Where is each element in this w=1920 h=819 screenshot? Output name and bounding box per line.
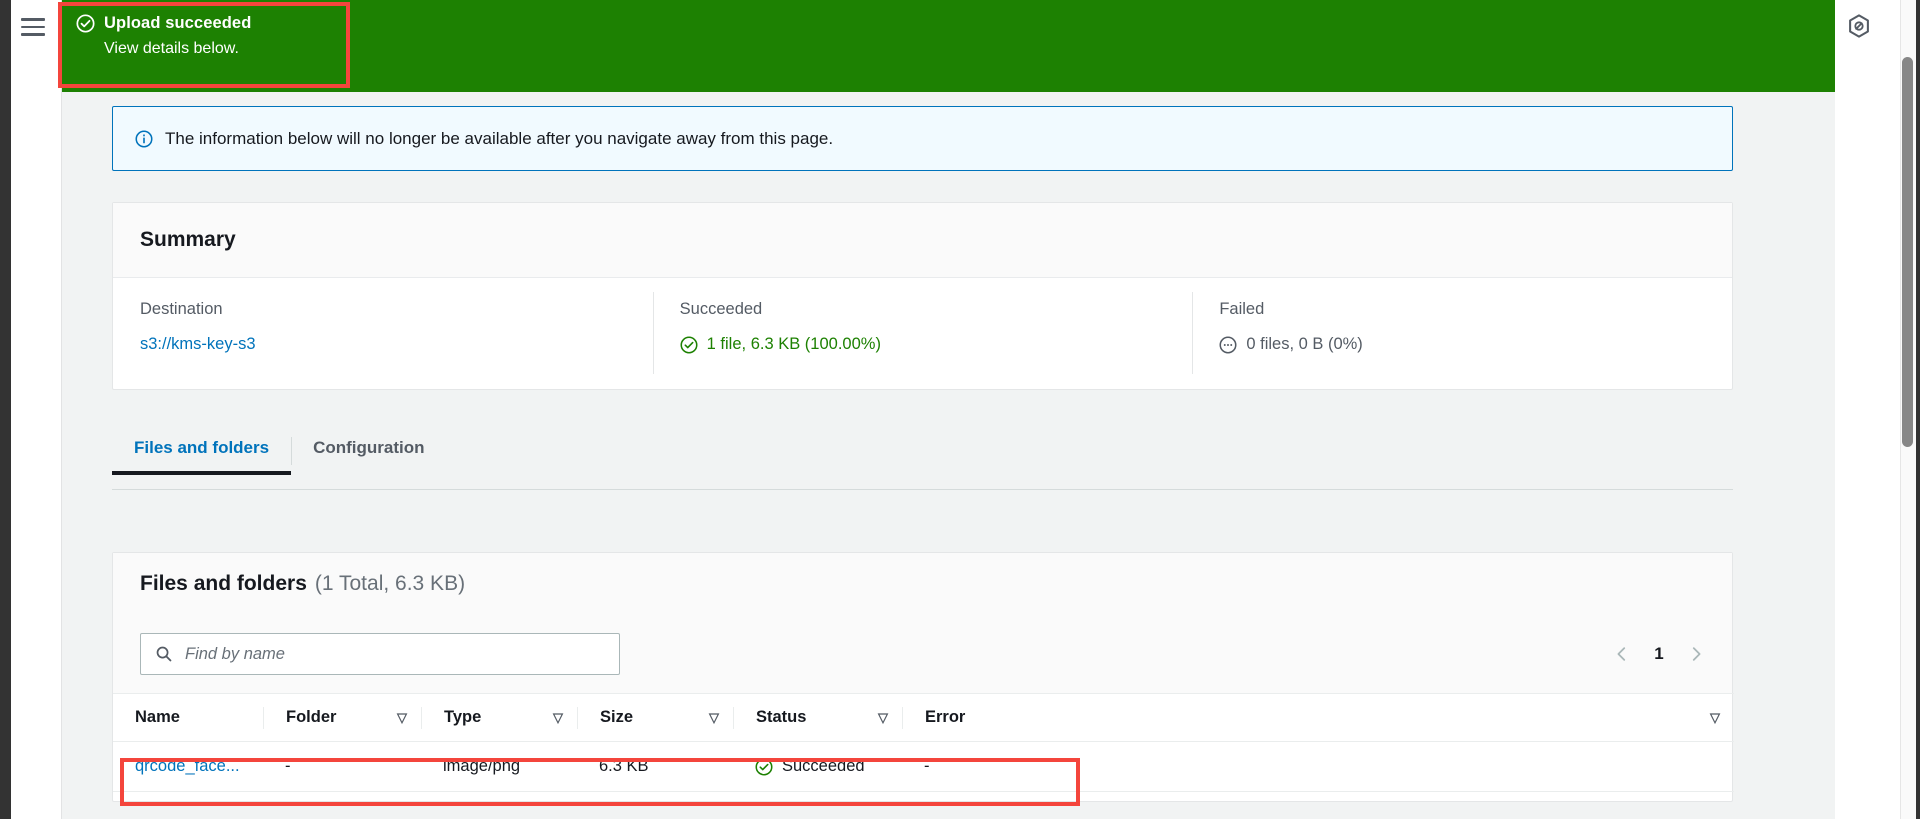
sort-caret-icon[interactable]: ▽: [397, 710, 407, 726]
files-panel-count: (1 Total, 6.3 KB): [314, 572, 466, 595]
status-badge: Succeeded: [782, 757, 865, 775]
files-and-folders-card: Files and folders (1 Total, 6.3 KB) 1: [112, 552, 1734, 802]
column-header-size-label: Size: [600, 708, 634, 726]
pagination: 1: [1613, 644, 1705, 664]
flash-success-banner: Upload succeeded View details below.: [62, 0, 1835, 92]
files-panel-header: Files and folders (1 Total, 6.3 KB): [113, 553, 1732, 615]
check-circle-icon: [680, 335, 698, 354]
column-header-folder[interactable]: Folder ▽: [263, 693, 421, 742]
left-rail: [0, 0, 11, 819]
files-table: Name Folder ▽ Type ▽ Size ▽ Status ▽ Err…: [113, 693, 1734, 792]
tab-bar: Files and folders Configuration: [112, 425, 1733, 490]
cell-error: -: [902, 741, 1734, 792]
column-header-folder-label: Folder: [286, 708, 337, 726]
summary-label-destination: Destination: [140, 300, 223, 318]
column-header-type[interactable]: Type ▽: [421, 693, 577, 742]
flash-subtitle: View details below.: [104, 40, 239, 57]
info-alert: The information below will no longer be …: [112, 106, 1733, 171]
chevron-right-icon[interactable]: [1687, 645, 1705, 663]
summary-card: Summary Destination s3://kms-key-s3 Succ…: [112, 202, 1733, 390]
sort-caret-icon[interactable]: ▽: [553, 710, 563, 726]
summary-value-succeeded: 1 file, 6.3 KB (100.00%): [706, 335, 881, 353]
hamburger-menu-icon[interactable]: [21, 18, 47, 38]
summary-label-succeeded: Succeeded: [679, 300, 763, 318]
summary-column-failed: Failed 0 files, 0 B (0%): [1192, 292, 1732, 390]
column-header-status-label: Status: [756, 708, 807, 726]
file-name-link[interactable]: qrcode_face...: [135, 757, 240, 775]
flash-content: Upload succeeded View details below.: [62, 0, 350, 92]
summary-value-failed-wrap: 0 files, 0 B (0%): [1219, 335, 1705, 354]
check-circle-icon: [76, 14, 95, 33]
destination-link[interactable]: s3://kms-key-s3: [140, 335, 256, 353]
ellipsis-circle-icon: [1219, 335, 1237, 354]
cell-size: 6.3 KB: [577, 741, 733, 792]
right-edge-rail: [1916, 0, 1920, 819]
tab-configuration[interactable]: Configuration: [291, 425, 446, 474]
chevron-left-icon[interactable]: [1613, 645, 1631, 663]
summary-value-succeeded-wrap: 1 file, 6.3 KB (100.00%): [680, 335, 1166, 354]
info-alert-text: The information below will no longer be …: [165, 128, 834, 148]
table-row: qrcode_face... - image/png 6.3 KB Succee…: [113, 741, 1734, 792]
search-icon: [156, 646, 172, 662]
column-header-error-label: Error: [925, 708, 966, 726]
summary-columns: Destination s3://kms-key-s3 Succeeded 1 …: [113, 278, 1732, 390]
column-header-status[interactable]: Status ▽: [733, 693, 902, 742]
column-header-type-label: Type: [444, 708, 482, 726]
vertical-scrollbar-thumb[interactable]: [1902, 57, 1913, 447]
flash-title: Upload succeeded: [104, 14, 252, 32]
summary-header: Summary: [113, 203, 1732, 278]
cell-status: Succeeded: [733, 741, 902, 792]
column-header-error[interactable]: Error ▽: [902, 693, 1734, 742]
aws-cloudshell-icon[interactable]: [1846, 13, 1872, 39]
summary-label-failed: Failed: [1219, 300, 1265, 318]
column-header-name-label: Name: [135, 708, 180, 726]
cell-name: qrcode_face...: [113, 741, 263, 792]
sort-caret-icon[interactable]: ▽: [878, 710, 888, 726]
sort-caret-icon[interactable]: ▽: [709, 710, 719, 726]
search-input[interactable]: [183, 643, 583, 665]
sort-caret-icon[interactable]: ▽: [1710, 710, 1720, 726]
column-header-size[interactable]: Size ▽: [577, 693, 733, 742]
app-root: Upload succeeded View details below. The…: [0, 0, 1920, 819]
cell-folder: -: [263, 741, 421, 792]
tab-files-and-folders-label: Files and folders: [134, 438, 270, 457]
info-circle-icon: [135, 129, 153, 148]
cell-type: image/png: [421, 741, 577, 792]
search-box[interactable]: [140, 633, 620, 675]
check-circle-icon: [755, 757, 773, 776]
tab-files-and-folders[interactable]: Files and folders: [112, 425, 292, 475]
page-body: The information below will no longer be …: [62, 92, 1835, 819]
left-gutter: [11, 0, 62, 819]
files-panel-title: Files and folders: [140, 572, 307, 595]
summary-column-destination: Destination s3://kms-key-s3: [113, 300, 653, 390]
summary-column-succeeded: Succeeded 1 file, 6.3 KB (100.00%): [652, 292, 1193, 390]
summary-value-failed: 0 files, 0 B (0%): [1246, 335, 1363, 353]
column-header-name[interactable]: Name: [113, 693, 263, 742]
table-header-row: Name Folder ▽ Type ▽ Size ▽ Status ▽ Err…: [113, 693, 1734, 742]
files-panel-toolbar: 1: [113, 615, 1732, 693]
tab-configuration-label: Configuration: [313, 438, 425, 457]
page-number-1[interactable]: 1: [1653, 644, 1665, 664]
summary-title: Summary: [140, 228, 236, 251]
